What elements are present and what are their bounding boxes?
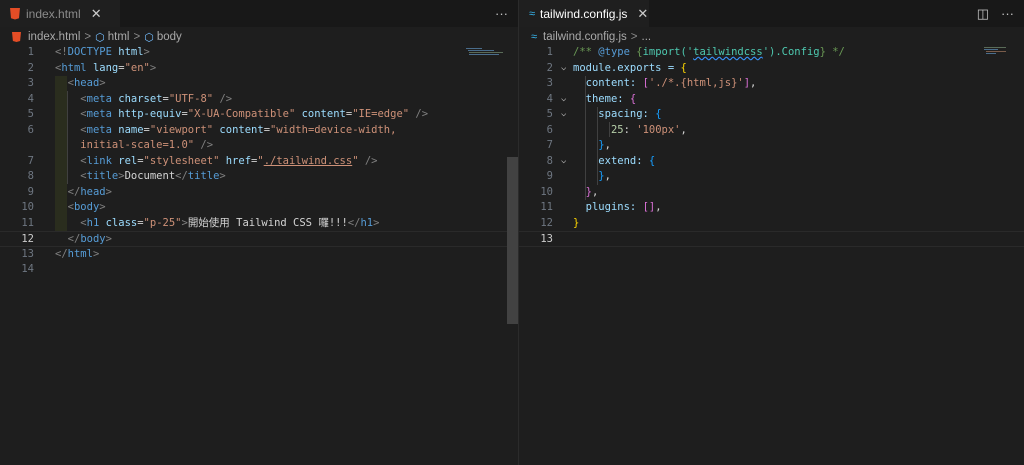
breadcrumb: ≈ tailwind.config.js > ... — [519, 28, 1024, 46]
code-line: 9 }, — [546, 170, 611, 182]
code-line: 11 <h1 class="p-25">開始使用 Tailwind CSS 囉!… — [21, 216, 380, 229]
code-line: 5 <meta http-equiv="X-UA-Compatible" con… — [27, 108, 429, 120]
code-line: 9 </head> — [27, 185, 112, 198]
code-line: 4 ⌵ theme: { — [519, 92, 1024, 108]
html5-icon — [10, 7, 20, 20]
tailwind-icon: ≈ — [531, 31, 538, 43]
chevron-down-icon[interactable]: ⌵ — [561, 107, 566, 123]
breadcrumb-separator: > — [630, 31, 638, 43]
breadcrumb: index.html > ⬡ html > ⬡ body — [0, 28, 518, 46]
tab-actions-right: ◫ ··· — [977, 0, 1014, 27]
editor-group-left: index.html ✕ ··· index.html > ⬡ html > ⬡… — [0, 0, 518, 465]
code-line: 7 }, — [546, 139, 611, 151]
code-line: 14 — [21, 263, 34, 275]
code-line: 6 <meta name="viewport" content="width=d… — [27, 123, 397, 136]
chevron-down-icon[interactable]: ⌵ — [561, 92, 566, 108]
close-icon[interactable]: ✕ — [637, 7, 648, 20]
code-line: 10 <body> — [21, 201, 106, 213]
tab-label: index.html — [26, 6, 81, 21]
code-line: 3 <head> — [27, 77, 106, 89]
code-line: 11 plugins: [], — [540, 201, 662, 213]
code-editor-left[interactable]: 1 <!DOCTYPE html> 2 <html lang="en"> 3 <he… — [0, 45, 518, 465]
breadcrumb-ellipsis[interactable]: ... — [642, 31, 652, 43]
breadcrumb-file[interactable]: index.html — [12, 31, 80, 43]
breadcrumb-body[interactable]: ⬡ body — [144, 31, 182, 44]
editor-group-right: ≈ tailwind.config.js ✕ ◫ ··· ≈ tailwind.… — [519, 0, 1024, 465]
code-line: 12} — [540, 216, 580, 229]
tab-bar-left: index.html ✕ ··· — [0, 0, 518, 27]
code-line: 8 <title>Document</title> — [27, 170, 226, 182]
element-icon: ⬡ — [95, 31, 105, 44]
code-line: 2 <html lang="en"> — [27, 61, 157, 74]
html5-icon — [12, 32, 21, 42]
element-icon: ⬡ — [144, 31, 154, 44]
code-line-wrapped: initial-scale=1.0" /> — [80, 139, 214, 151]
chevron-down-icon[interactable]: ⌵ — [561, 154, 566, 170]
close-icon[interactable]: ✕ — [91, 7, 102, 20]
code-line: 1 <!DOCTYPE html> — [27, 46, 150, 58]
code-line: 10 }, — [540, 185, 599, 198]
breadcrumb-separator: > — [133, 31, 141, 43]
tab-tailwind-config[interactable]: ≈ tailwind.config.js ✕ — [519, 0, 649, 27]
tab-actions-left: ··· — [495, 0, 508, 27]
code-line: 6 25: '100px', — [546, 123, 687, 136]
tab-index-html[interactable]: index.html ✕ — [0, 0, 120, 27]
code-line-current: 12 </body> — [0, 231, 518, 247]
code-line: 4 <meta charset="UTF-8" /> — [27, 92, 233, 105]
tailwind-icon: ≈ — [529, 7, 536, 20]
code-line: 7 <link rel="stylesheet" href="./tailwin… — [27, 154, 378, 167]
minimap-right[interactable] — [984, 46, 1024, 56]
code-line: 8 ⌵ extend: { — [519, 154, 1024, 170]
code-line: 13 </html> — [21, 247, 100, 260]
breadcrumb-separator: > — [84, 31, 92, 43]
scrollbar-thumb-left[interactable] — [507, 157, 518, 324]
code-line: 2 ⌵ module.exports = { — [519, 61, 1024, 77]
code-line-current: 13 — [519, 231, 1024, 247]
code-line: 3 content: ['./*.{html,js}'], — [546, 77, 757, 89]
more-actions-icon[interactable]: ··· — [495, 6, 508, 21]
code-line: 5 ⌵ spacing: { — [519, 107, 1024, 123]
href-link[interactable]: ./tailwind.css — [264, 155, 353, 167]
split-editor-icon[interactable]: ◫ — [977, 6, 989, 22]
code-line: 1/** @type {import('tailwindcss').Config… — [546, 46, 845, 58]
breadcrumb-html[interactable]: ⬡ html — [95, 31, 129, 44]
minimap-left[interactable] — [466, 46, 506, 56]
breadcrumb-file[interactable]: ≈ tailwind.config.js — [531, 31, 627, 43]
more-actions-icon[interactable]: ··· — [1001, 6, 1014, 21]
tab-bar-right: ≈ tailwind.config.js ✕ ◫ ··· — [519, 0, 1024, 27]
tab-label: tailwind.config.js — [540, 6, 628, 21]
chevron-down-icon[interactable]: ⌵ — [561, 61, 566, 77]
code-editor-right[interactable]: 1/** @type {import('tailwindcss').Config… — [519, 45, 1024, 465]
